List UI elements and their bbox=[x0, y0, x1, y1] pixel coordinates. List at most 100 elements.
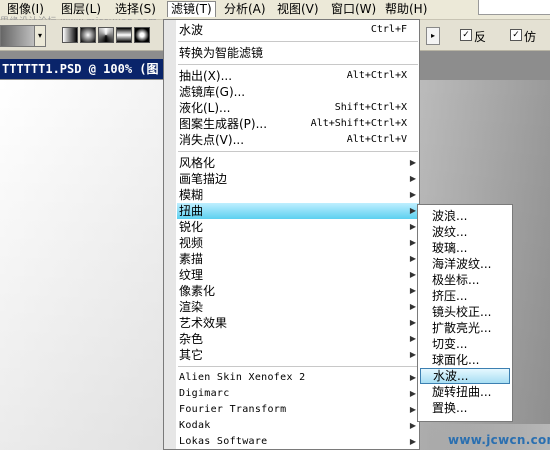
gradient-picker[interactable]: ▾ bbox=[0, 25, 46, 47]
distort-submenu-item[interactable]: 波浪... bbox=[420, 208, 510, 224]
filter-menu-item[interactable]: 图案生成器(P)... Alt+Shift+Ctrl+X bbox=[177, 116, 419, 132]
menubar-item-3[interactable]: 滤镜(T) bbox=[167, 1, 216, 17]
menubar-item-6[interactable]: 窗口(W) bbox=[328, 2, 379, 17]
menu-item-label: 渲染 bbox=[179, 300, 204, 314]
filter-menu-item[interactable]: 风格化 ▶ bbox=[177, 155, 419, 171]
filter-menu-item[interactable]: 其它 ▶ bbox=[177, 347, 419, 363]
menu-separator bbox=[178, 64, 418, 65]
filter-menu-item[interactable]: 滤镜库(G)... bbox=[177, 84, 419, 100]
menu-separator bbox=[178, 151, 418, 152]
menu-item-label: 像素化 bbox=[179, 284, 216, 298]
menubar-item-4[interactable]: 分析(A) bbox=[221, 2, 269, 17]
submenu-arrow-icon: ▶ bbox=[409, 302, 416, 311]
linear-gradient-button[interactable] bbox=[62, 27, 78, 43]
menu-item-label: 液化(L)... bbox=[179, 101, 231, 115]
filter-menu-item[interactable]: 杂色 ▶ bbox=[177, 331, 419, 347]
distort-submenu-item[interactable]: 置换... bbox=[420, 400, 510, 416]
filter-menu-item[interactable]: 液化(L)... Shift+Ctrl+X bbox=[177, 100, 419, 116]
menu-item-label: Digimarc bbox=[179, 388, 230, 399]
angle-gradient-button[interactable] bbox=[98, 27, 114, 43]
filter-menu-item[interactable]: 消失点(V)... Alt+Ctrl+V bbox=[177, 132, 419, 148]
submenu-arrow-icon: ▶ bbox=[409, 158, 416, 167]
submenu-arrow-icon: ▶ bbox=[409, 389, 416, 398]
menu-item-label: 风格化 bbox=[179, 156, 216, 170]
submenu-arrow-icon: ▶ bbox=[409, 174, 416, 183]
menu-item-label: Lokas Software bbox=[179, 436, 268, 447]
distort-submenu-item[interactable]: 扩散亮光... bbox=[420, 320, 510, 336]
filter-menu-item[interactable]: 纹理 ▶ bbox=[177, 267, 419, 283]
distort-submenu-item[interactable]: 玻璃... bbox=[420, 240, 510, 256]
menu-item-label: 转换为智能滤镜 bbox=[179, 46, 264, 60]
menubar-item-5[interactable]: 视图(V) bbox=[274, 2, 322, 17]
submenu-arrow-icon: ▶ bbox=[409, 270, 416, 279]
submenu-arrow-icon: ▶ bbox=[409, 421, 416, 430]
filter-menu-item[interactable]: 视频 ▶ bbox=[177, 235, 419, 251]
menu-item-shortcut: Ctrl+F bbox=[370, 24, 407, 35]
menu-item-label: 视频 bbox=[179, 236, 204, 250]
panel-corner bbox=[478, 0, 550, 15]
reverse-checkbox[interactable]: ✓ bbox=[460, 29, 472, 41]
filter-menu-item[interactable]: 抽出(X)... Alt+Ctrl+X bbox=[177, 68, 419, 84]
menu-item-shortcut: Shift+Ctrl+X bbox=[334, 102, 407, 113]
menu-item-label: 模糊 bbox=[179, 188, 204, 202]
reverse-label: 反 bbox=[474, 30, 487, 44]
distort-submenu-item[interactable]: 挤压... bbox=[420, 288, 510, 304]
chevron-down-icon[interactable]: ▾ bbox=[34, 26, 45, 46]
submenu-arrow-icon: ▶ bbox=[409, 350, 416, 359]
filter-menu-item[interactable]: 水波 Ctrl+F bbox=[177, 22, 419, 38]
play-arrow-icon[interactable]: ▸ bbox=[426, 27, 440, 45]
filter-menu-item[interactable]: Kodak ▶ bbox=[177, 418, 419, 434]
submenu-arrow-icon: ▶ bbox=[409, 334, 416, 343]
menu-item-label: 锐化 bbox=[179, 220, 204, 234]
menu-item-label: 杂色 bbox=[179, 332, 204, 346]
menu-separator bbox=[178, 366, 418, 367]
submenu-arrow-icon: ▶ bbox=[409, 286, 416, 295]
filter-menu-item[interactable]: Fourier Transform ▶ bbox=[177, 402, 419, 418]
distort-submenu-item[interactable]: 旋转扭曲... bbox=[420, 384, 510, 400]
filter-menu-item[interactable]: 转换为智能滤镜 bbox=[177, 45, 419, 61]
distort-submenu-item[interactable]: 海洋波纹... bbox=[420, 256, 510, 272]
menu-item-label: 扭曲 bbox=[179, 204, 204, 218]
radial-gradient-button[interactable] bbox=[80, 27, 96, 43]
menu-item-label: Kodak bbox=[179, 420, 211, 431]
filter-menu-item[interactable]: 模糊 ▶ bbox=[177, 187, 419, 203]
filter-menu-item[interactable]: 艺术效果 ▶ bbox=[177, 315, 419, 331]
distort-submenu-item[interactable]: 极坐标... bbox=[420, 272, 510, 288]
distort-submenu-item[interactable]: 切变... bbox=[420, 336, 510, 352]
dither-checkbox[interactable]: ✓ bbox=[510, 29, 522, 41]
submenu-arrow-icon: ▶ bbox=[409, 206, 416, 215]
filter-menu-item[interactable]: Lokas Software ▶ bbox=[177, 434, 419, 449]
filter-menu-item[interactable]: 素描 ▶ bbox=[177, 251, 419, 267]
filter-menu-item[interactable]: 画笔描边 ▶ bbox=[177, 171, 419, 187]
filter-menu-item[interactable]: Alien Skin Xenofex 2 ▶ bbox=[177, 370, 419, 386]
menu-item-shortcut: Alt+Ctrl+X bbox=[346, 70, 407, 81]
submenu-arrow-icon: ▶ bbox=[409, 373, 416, 382]
menu-item-shortcut: Alt+Shift+Ctrl+X bbox=[310, 118, 407, 129]
watermark-bottom-text: www.jcwcn.com bbox=[448, 433, 550, 447]
menu-item-shortcut: Alt+Ctrl+V bbox=[346, 134, 407, 145]
distort-submenu-item[interactable]: 波纹... bbox=[420, 224, 510, 240]
filter-menu-item[interactable]: 像素化 ▶ bbox=[177, 283, 419, 299]
submenu-arrow-icon: ▶ bbox=[409, 222, 416, 231]
menu-item-label: 水波 bbox=[179, 23, 204, 37]
reflected-gradient-button[interactable] bbox=[116, 27, 132, 43]
submenu-arrow-icon: ▶ bbox=[409, 254, 416, 263]
menu-item-label: Alien Skin Xenofex 2 bbox=[179, 372, 306, 383]
filter-menu-item[interactable]: 锐化 ▶ bbox=[177, 219, 419, 235]
filter-menu: 水波 Ctrl+F 转换为智能滤镜抽出(X)... Alt+Ctrl+X 滤镜库(G).… bbox=[163, 19, 420, 450]
menu-item-label: 其它 bbox=[179, 348, 204, 362]
distort-submenu-item[interactable]: 水波... bbox=[420, 368, 510, 384]
submenu-arrow-icon: ▶ bbox=[409, 318, 416, 327]
menu-item-label: 艺术效果 bbox=[179, 316, 228, 330]
diamond-gradient-button[interactable] bbox=[134, 27, 150, 43]
distort-submenu-item[interactable]: 镜头校正... bbox=[420, 304, 510, 320]
watermark-bottom: www.jcwcn.com bbox=[430, 424, 550, 450]
filter-menu-item[interactable]: Digimarc ▶ bbox=[177, 386, 419, 402]
distort-submenu: 波浪... 波纹... 玻璃... 海洋波纹... 极坐标... 挤压... 镜头校正...… bbox=[417, 204, 513, 422]
document-title-bar[interactable]: TTTTTT1.PSD @ 100% (图 bbox=[0, 59, 167, 79]
submenu-arrow-icon: ▶ bbox=[409, 238, 416, 247]
distort-submenu-item[interactable]: 球面化... bbox=[420, 352, 510, 368]
filter-menu-item[interactable]: 扭曲 ▶ bbox=[177, 203, 419, 219]
menubar-item-7[interactable]: 帮助(H) bbox=[382, 2, 430, 17]
filter-menu-item[interactable]: 渲染 ▶ bbox=[177, 299, 419, 315]
